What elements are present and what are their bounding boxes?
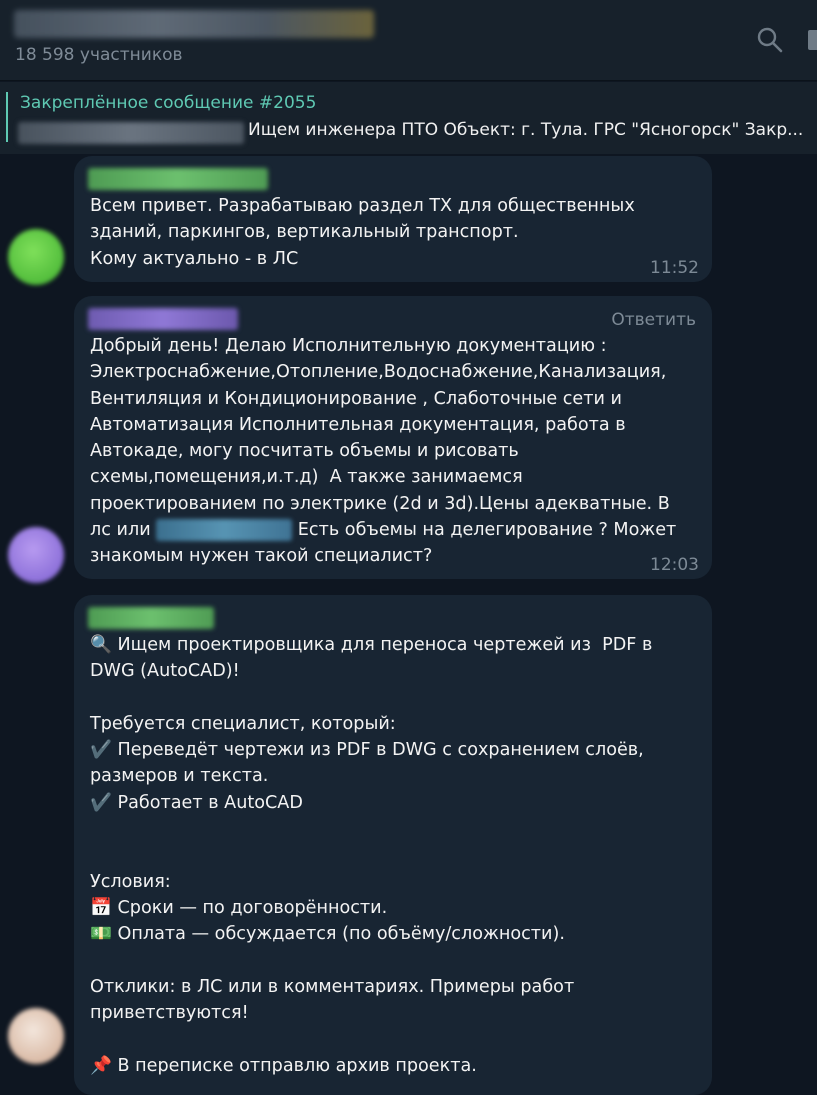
avatar[interactable] [8, 527, 64, 583]
reply-button[interactable]: Ответить [611, 310, 696, 330]
pinned-title: Закреплённое сообщение #2055 [20, 93, 317, 113]
message-text-part: Добрый день! Делаю Исполнительную докуме… [90, 336, 670, 541]
message-time: 12:03 [650, 555, 699, 575]
search-icon[interactable] [756, 26, 784, 54]
message-text: Добрый день! Делаю Исполнительную докуме… [90, 333, 700, 570]
message-text: 🔍 Ищем проектировщика для переноса черте… [90, 635, 653, 1076]
chat-header[interactable]: 18 598 участников [0, 0, 817, 81]
phone-number-redacted[interactable] [156, 519, 293, 542]
message-bubble[interactable]: 🔍 Ищем проектировщика для переноса черте… [74, 595, 712, 1095]
chat-title-redacted [14, 10, 374, 38]
message-bubble[interactable]: Всем привет. Разрабатываю раздел ТХ для … [74, 156, 712, 282]
pinned-indicator [6, 92, 8, 142]
sender-name-redacted[interactable] [88, 308, 238, 330]
sender-name-redacted[interactable] [88, 168, 268, 190]
message-text: Всем привет. Разрабатываю раздел ТХ для … [90, 196, 635, 269]
member-count: 18 598 участников [15, 45, 183, 65]
avatar[interactable] [8, 229, 64, 285]
message-bubble[interactable]: Ответить Добрый день! Делаю Исполнительн… [74, 296, 712, 579]
message-time: 11:52 [650, 258, 699, 278]
pinned-sender-redacted [18, 122, 244, 144]
pinned-text: Ищем инженера ПТО Объект: г. Тула. ГРС "… [248, 120, 804, 140]
more-options-icon[interactable] [808, 30, 817, 50]
avatar[interactable] [8, 1008, 64, 1064]
pinned-message-bar[interactable]: Закреплённое сообщение #2055 Ищем инжене… [0, 82, 817, 154]
sender-name-redacted[interactable] [88, 607, 214, 629]
